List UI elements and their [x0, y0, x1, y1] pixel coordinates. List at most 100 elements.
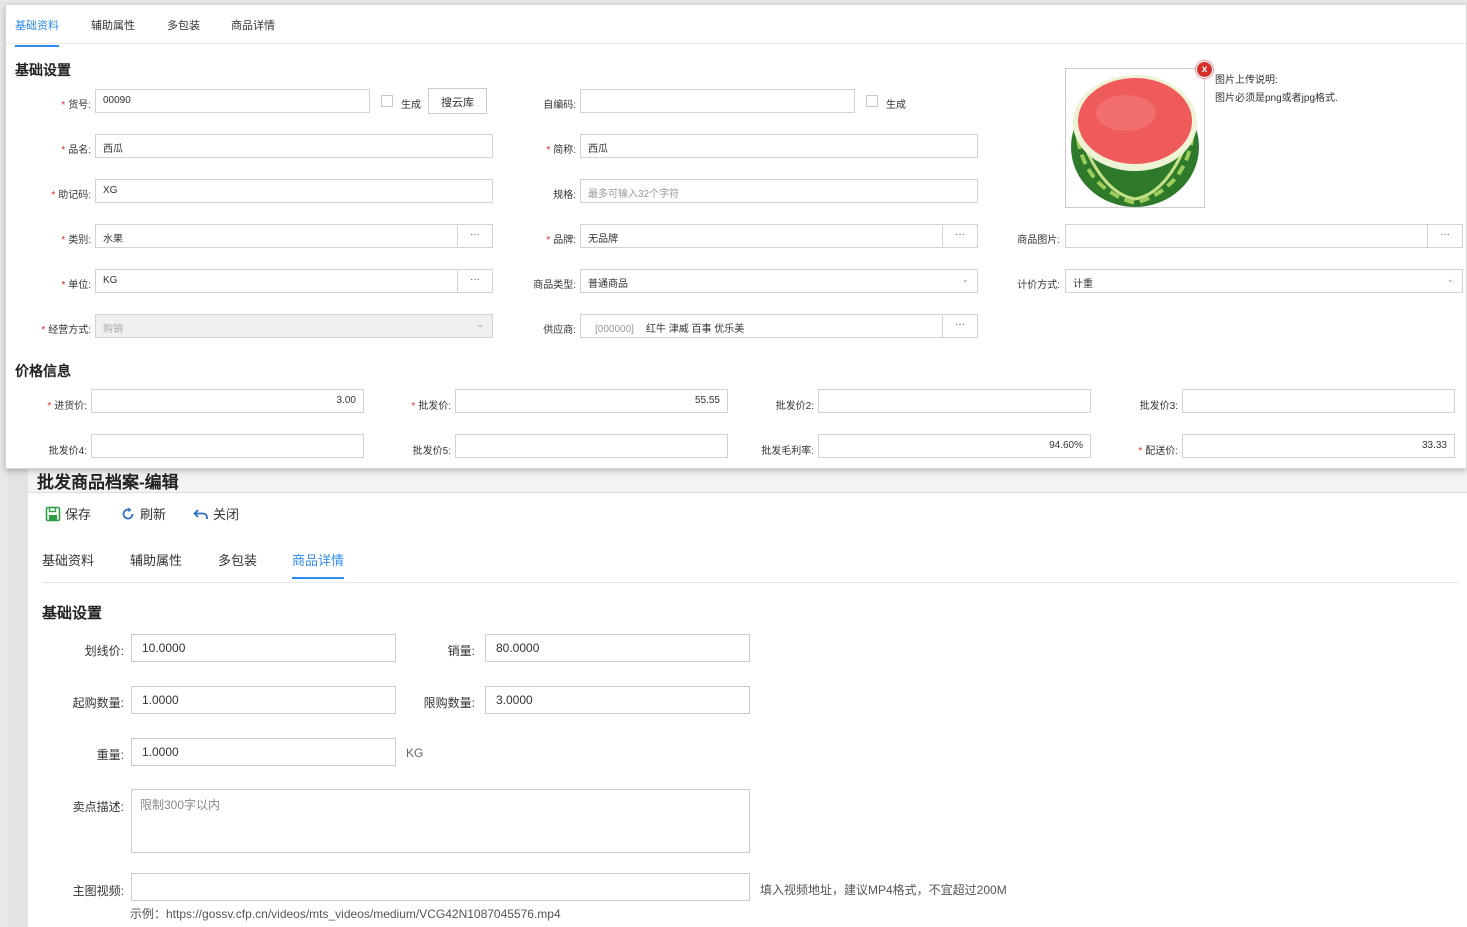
- generate-label-1: 生成: [401, 100, 421, 111]
- purchase-price-label: * 进货价:: [47, 401, 87, 412]
- tab-product-detail[interactable]: 商品详情: [292, 550, 345, 579]
- delete-image-icon[interactable]: x: [1196, 61, 1213, 78]
- weight-input[interactable]: 1.0000: [131, 738, 396, 766]
- short-name-label: * 简称:: [546, 145, 576, 156]
- self-code-label: 自编码:: [543, 100, 576, 111]
- supplier-label: 供应商:: [543, 325, 576, 336]
- strike-price-input[interactable]: 10.0000: [131, 634, 396, 662]
- refresh-label: 刷新: [140, 507, 167, 522]
- product-name-label: * 品名:: [61, 145, 91, 156]
- popup-tab-aux-attributes[interactable]: 辅助属性: [91, 17, 135, 45]
- chevron-down-icon: ⌄: [476, 319, 484, 329]
- product-image-input[interactable]: ···: [1065, 224, 1463, 248]
- main-video-label: 主图视频:: [72, 884, 124, 898]
- gross-margin-label: 批发毛利率:: [761, 446, 814, 457]
- business-mode-select: 购销 ⌄: [95, 314, 493, 338]
- wholesale-price-label: * 批发价:: [411, 401, 451, 412]
- unit-input[interactable]: KG ···: [95, 269, 493, 293]
- refresh-icon: [122, 507, 134, 519]
- close-button[interactable]: 关闭: [193, 504, 239, 523]
- image-picker-button[interactable]: ···: [1427, 225, 1462, 247]
- supplier-input[interactable]: [000000] 红牛 津威 百事 优乐美 ···: [580, 314, 978, 338]
- tab-basic-info[interactable]: 基础资料: [42, 550, 94, 577]
- section-basic-settings: 基础设置: [42, 605, 103, 622]
- save-label: 保存: [65, 507, 92, 522]
- video-example: 示例：https://gossv.cfp.cn/videos/mts_video…: [130, 907, 561, 921]
- undo-arrow-icon: [193, 508, 208, 519]
- short-name-input[interactable]: 西瓜: [580, 134, 978, 158]
- max-purchase-input[interactable]: 3.0000: [485, 686, 750, 714]
- image-note-title: 图片上传说明:: [1215, 75, 1278, 86]
- section-basic-settings-popup: 基础设置: [15, 62, 71, 78]
- popup-tab-basic-info[interactable]: 基础资料: [15, 17, 59, 47]
- wholesale-price-5-input[interactable]: [455, 434, 728, 458]
- detail-tabs: 基础资料 辅助属性 多包装 商品详情: [42, 550, 1458, 583]
- wholesale-price-5-label: 批发价5:: [412, 446, 451, 457]
- brand-label: * 品牌:: [546, 235, 576, 246]
- wholesale-price-2-input[interactable]: [818, 389, 1091, 413]
- spec-label: 规格:: [553, 190, 576, 201]
- wholesale-price-input[interactable]: 55.55: [455, 389, 728, 413]
- basic-info-popup: 基础资料 辅助属性 多包装 商品详情 基础设置 * 货号: 00090 生成 搜云…: [5, 4, 1467, 469]
- refresh-button[interactable]: 刷新: [120, 504, 166, 523]
- tab-multi-pack[interactable]: 多包装: [218, 550, 257, 577]
- unit-label: * 单位:: [61, 280, 91, 291]
- brand-input[interactable]: 无品牌 ···: [580, 224, 978, 248]
- unit-picker-button[interactable]: ···: [457, 270, 492, 292]
- sales-input[interactable]: 80.0000: [485, 634, 750, 662]
- self-code-input[interactable]: [580, 89, 855, 113]
- window-title: 批发商品档案-编辑: [37, 473, 179, 492]
- min-purchase-input[interactable]: 1.0000: [131, 686, 396, 714]
- save-button[interactable]: 保存: [45, 504, 91, 523]
- selling-point-textarea[interactable]: 限制300字以内: [131, 789, 750, 853]
- chevron-down-icon: ⌄: [961, 274, 969, 284]
- spec-input[interactable]: 最多可输入32个字符: [580, 179, 978, 203]
- gross-margin-input[interactable]: 94.60%: [818, 434, 1091, 458]
- video-hint: 填入视频地址，建议MP4格式，不宜超过200M: [760, 883, 1007, 897]
- chevron-down-icon: ⌄: [1446, 274, 1454, 284]
- wholesale-price-3-input[interactable]: [1182, 389, 1455, 413]
- generate-checkbox-2[interactable]: [866, 95, 878, 107]
- popup-tabs: 基础资料 辅助属性 多包装 商品详情: [6, 5, 1466, 47]
- purchase-price-input[interactable]: 3.00: [91, 389, 364, 413]
- watermelon-image: [1066, 69, 1204, 207]
- generate-label-2: 生成: [886, 100, 906, 111]
- generate-checkbox-1[interactable]: [381, 95, 393, 107]
- category-picker-button[interactable]: ···: [457, 225, 492, 247]
- wholesale-price-4-input[interactable]: [91, 434, 364, 458]
- popup-tab-multi-pack[interactable]: 多包装: [167, 17, 200, 45]
- main-video-input[interactable]: [131, 873, 750, 901]
- product-type-select[interactable]: 普通商品 ⌄: [580, 269, 978, 293]
- item-no-input[interactable]: 00090: [95, 89, 370, 113]
- category-label: * 类别:: [61, 235, 91, 246]
- popup-tab-product-detail[interactable]: 商品详情: [231, 17, 275, 45]
- pricing-method-select[interactable]: 计重 ⌄: [1065, 269, 1463, 293]
- left-edge-strip: [8, 462, 28, 927]
- wholesale-price-3-label: 批发价3:: [1139, 401, 1178, 412]
- min-purchase-label: 起购数量:: [72, 696, 124, 710]
- section-price-info: 价格信息: [15, 363, 71, 379]
- max-purchase-label: 限购数量:: [423, 696, 475, 710]
- delivery-price-input[interactable]: 33.33: [1182, 434, 1455, 458]
- weight-unit: KG: [406, 746, 424, 760]
- supplier-picker-button[interactable]: ···: [942, 315, 977, 337]
- business-mode-label: * 经营方式:: [41, 325, 91, 336]
- product-type-label: 商品类型:: [533, 280, 576, 291]
- strike-price-label: 划线价:: [84, 644, 124, 658]
- sales-label: 销量:: [447, 644, 475, 658]
- item-no-label: * 货号:: [61, 100, 91, 111]
- selling-point-label: 卖点描述:: [72, 800, 124, 814]
- product-image-label: 商品图片:: [1017, 235, 1060, 246]
- mnemonic-input[interactable]: XG: [95, 179, 493, 203]
- search-cloud-button[interactable]: 搜云库: [428, 88, 487, 114]
- brand-picker-button[interactable]: ···: [942, 225, 977, 247]
- product-name-input[interactable]: 西瓜: [95, 134, 493, 158]
- image-note-text: 图片必须是png或者jpg格式.: [1215, 93, 1338, 104]
- weight-label: 重量:: [96, 748, 124, 762]
- edit-panel: 批发商品档案-编辑 保存 刷新 关闭 基础资料 辅助属性 多包装 商品详情 基础…: [28, 462, 1467, 927]
- category-input[interactable]: 水果 ···: [95, 224, 493, 248]
- save-icon: [45, 506, 61, 521]
- wholesale-price-2-label: 批发价2:: [775, 401, 814, 412]
- product-image-preview: [1065, 68, 1205, 208]
- tab-aux-attributes[interactable]: 辅助属性: [130, 550, 182, 577]
